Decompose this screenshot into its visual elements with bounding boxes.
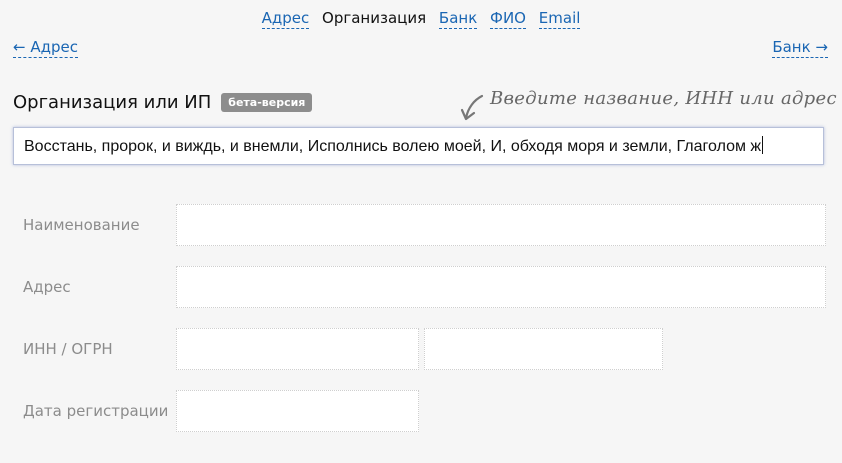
- nav-link-email[interactable]: Email: [538, 9, 581, 29]
- address-label: Адрес: [23, 278, 71, 296]
- ogrn-field[interactable]: [424, 328, 663, 370]
- curved-arrow-icon: [460, 94, 484, 121]
- name-field[interactable]: [176, 204, 826, 246]
- nav-link-fio[interactable]: ФИО: [490, 9, 526, 29]
- search-input-value: Восстань, пророк, и виждь, и внемли, Исп…: [24, 138, 762, 155]
- organization-search-input[interactable]: Восстань, пророк, и виждь, и внемли, Исп…: [13, 127, 824, 165]
- nav-current-organization: Организация: [322, 9, 427, 27]
- next-page-link[interactable]: Банк →: [772, 38, 828, 58]
- prev-page-link[interactable]: ← Адрес: [13, 38, 78, 58]
- top-navigation: Адрес Организация Банк ФИО Email: [0, 9, 842, 29]
- input-hint: Введите название, ИНН или адрес: [490, 88, 837, 109]
- reg-date-field[interactable]: [176, 390, 419, 432]
- text-caret: [762, 136, 764, 154]
- nav-link-bank[interactable]: Банк: [438, 9, 478, 29]
- inn-field[interactable]: [176, 328, 419, 370]
- inn-ogrn-label: ИНН / ОГРН: [23, 340, 113, 358]
- nav-link-address[interactable]: Адрес: [261, 9, 310, 29]
- beta-badge: бета-версия: [221, 93, 313, 112]
- address-field[interactable]: [176, 266, 826, 308]
- name-label: Наименование: [23, 216, 140, 234]
- section-title: Организация или ИП: [13, 92, 212, 113]
- section-heading: Организация или ИП бета-версия: [13, 92, 313, 113]
- reg-date-label: Дата регистрации: [23, 402, 169, 420]
